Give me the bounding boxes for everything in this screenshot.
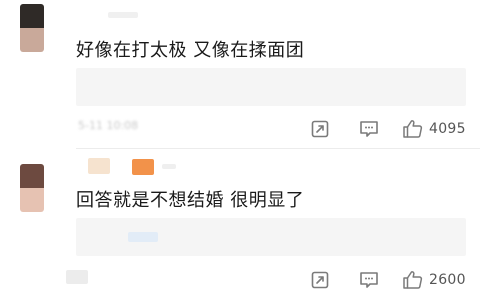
comment-item: 好像在打太极 又像在揉面团 5-11 10:08 4095 — [0, 0, 480, 149]
reply-button[interactable] — [358, 268, 380, 292]
avatar[interactable] — [20, 4, 44, 52]
like-count: 4095 — [429, 121, 466, 137]
user-badge-blurred — [88, 158, 110, 174]
comment-time: 5-11 10:08 — [78, 119, 139, 132]
reply-button[interactable] — [358, 117, 380, 141]
comment-actions: 2600 — [280, 268, 480, 292]
reply-preview[interactable] — [76, 218, 466, 256]
comment-text: 回答就是不想结婚 很明显了 — [76, 190, 305, 211]
like-button[interactable]: 2600 — [402, 268, 466, 292]
comment-icon — [360, 121, 378, 137]
comment-actions: 4095 — [280, 117, 480, 141]
time-blurred — [66, 270, 88, 284]
thumbs-up-icon — [403, 120, 423, 138]
comment-item: 回答就是不想结婚 很明显了 2600 — [0, 150, 480, 290]
user-badge-blurred — [132, 159, 154, 175]
comment-icon — [360, 272, 378, 288]
like-count: 2600 — [429, 272, 466, 288]
reply-tag-blurred — [128, 232, 158, 242]
divider — [76, 148, 480, 149]
share-button[interactable] — [310, 268, 330, 292]
thumbs-up-icon — [403, 271, 423, 289]
share-icon — [311, 120, 329, 138]
reply-preview[interactable] — [76, 68, 466, 106]
user-badge-blurred — [162, 164, 176, 169]
username-blurred — [108, 12, 138, 18]
share-button[interactable] — [310, 117, 330, 141]
share-icon — [311, 271, 329, 289]
like-button[interactable]: 4095 — [402, 117, 466, 141]
avatar[interactable] — [20, 164, 44, 212]
comment-text: 好像在打太极 又像在揉面团 — [76, 40, 305, 61]
